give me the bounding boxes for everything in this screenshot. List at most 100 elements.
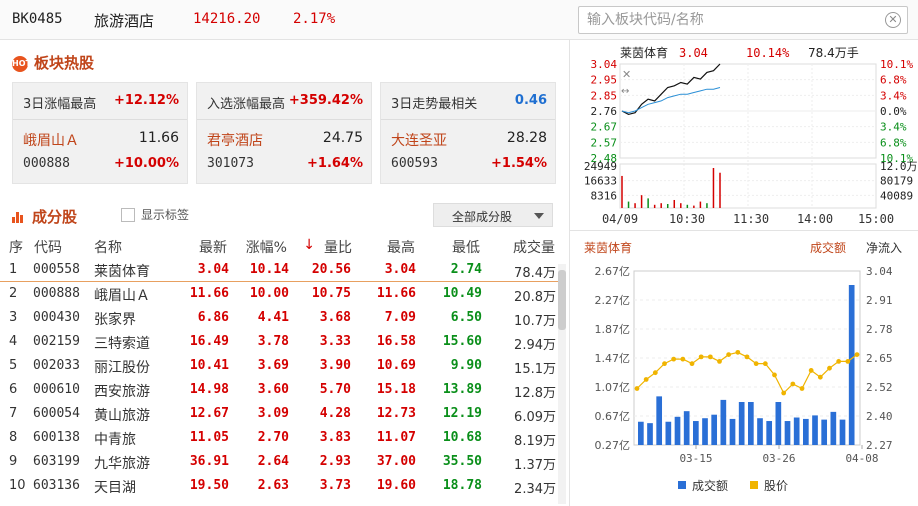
row-name: 九华旅游 (94, 456, 150, 472)
column-header[interactable]: 最低 (452, 237, 480, 257)
table-row[interactable]: 8 600138 中青旅 11.05 2.70 3.83 11.07 10.68 8.19万 (0, 426, 560, 450)
hot-card[interactable]: 入选涨幅最高 +359.42% 君亭酒店 24.75 301073 +1.64% (196, 82, 372, 184)
row-vol: 2.94万 (514, 338, 556, 353)
price-point (726, 352, 732, 358)
y-tick-label-right: 2.40 (866, 410, 893, 423)
y-tick-label: 3.04 (591, 58, 618, 71)
volume-tick-label: 24949 (584, 160, 617, 173)
table-row[interactable]: 1 000558 莱茵体育 3.04 10.14 20.56 3.04 2.74 78.4万 (0, 258, 560, 282)
row-high: 3.04 (384, 262, 416, 277)
table-row[interactable]: 6 000610 西安旅游 14.98 3.60 5.70 15.18 13.89 12.8万 (0, 378, 560, 402)
card-label: 入选涨幅最高 (207, 97, 286, 112)
card-stock-name[interactable]: 君亭酒店 (207, 130, 263, 150)
row-vr: 3.90 (319, 358, 351, 373)
card-stock-pct: +1.64% (307, 156, 363, 171)
card-label: 3日走势最相关 (391, 97, 478, 112)
y-tick-label-right: 10.1% (880, 58, 913, 71)
y-tick-label: 2.67 (591, 121, 618, 134)
row-code: 000610 (33, 382, 80, 397)
row-pct: 2.63 (257, 478, 289, 493)
price-point (671, 356, 677, 362)
row-last: 14.98 (189, 382, 229, 397)
row-code: 600138 (33, 430, 80, 445)
card-stock-name[interactable]: 峨眉山Ａ (23, 130, 79, 150)
row-vol: 20.8万 (514, 290, 556, 305)
checkbox-box[interactable] (121, 208, 135, 222)
row-last: 6.86 (197, 310, 229, 325)
price-point (662, 361, 667, 367)
row-seq: 4 (9, 334, 18, 349)
components-dropdown[interactable]: 全部成分股 (433, 203, 553, 227)
table-row[interactable]: 9 603199 九华旅游 36.91 2.64 2.93 37.00 35.50 1.37万 (0, 450, 560, 474)
table-row[interactable]: 3 000430 张家界 6.86 4.41 3.68 7.09 6.50 10.7万 (0, 306, 560, 330)
y-tick-label-right: 0.0% (880, 105, 907, 118)
price-point (836, 358, 842, 364)
sort-down-icon[interactable]: ↓ (303, 237, 315, 253)
tab-netflow[interactable]: 净流入 (866, 241, 902, 255)
hot-section-label: 板块热股 (34, 54, 95, 72)
row-vol: 1.37万 (514, 458, 556, 473)
row-high: 15.18 (376, 382, 416, 397)
y-tick-label-right: 2.27 (866, 439, 893, 452)
avg-line (621, 87, 721, 114)
x-tick-label: 03-26 (762, 452, 795, 465)
dropdown-label: 全部成分股 (452, 210, 513, 224)
header-bar: BK0485 旅游酒店 14216.20 2.17% ✕ (0, 0, 918, 40)
card-divider (197, 119, 371, 120)
expand-icon[interactable]: ↔ (621, 86, 629, 97)
chart-header-price: 3.04 (679, 46, 708, 60)
clear-icon[interactable]: ✕ (885, 12, 901, 28)
table-row[interactable]: 2 000888 峨眉山Ａ 11.66 10.00 10.75 11.66 10.49 20.8… (0, 282, 560, 306)
row-high: 19.60 (376, 478, 416, 493)
row-vol: 78.4万 (514, 266, 556, 281)
table-row[interactable]: 5 002033 丽江股份 10.41 3.69 3.90 10.69 9.90 15.1万 (0, 354, 560, 378)
column-header[interactable]: 序 (9, 237, 23, 257)
row-vr: 5.70 (319, 382, 351, 397)
search-input[interactable] (587, 12, 877, 28)
column-header[interactable]: 代码 (34, 237, 62, 257)
hot-card[interactable]: 3日走势最相关 0.46 大连圣亚 28.28 600593 +1.54% (380, 82, 556, 184)
column-header[interactable]: 最高 (387, 237, 415, 257)
table-row[interactable]: 10 603136 天目湖 19.50 2.63 3.73 19.60 18.78 2.34万 (0, 474, 560, 498)
row-low: 15.60 (442, 334, 482, 349)
row-vr: 20.56 (311, 262, 351, 277)
row-vol: 12.8万 (514, 386, 556, 401)
row-name: 天目湖 (94, 480, 136, 496)
search-box[interactable]: ✕ (578, 6, 908, 34)
row-code: 603199 (33, 454, 80, 469)
column-header[interactable]: 成交量 (513, 237, 555, 257)
column-header[interactable]: 量比 (324, 237, 352, 257)
y-tick-label: 1.07亿 (595, 381, 631, 394)
tab-turnover[interactable]: 成交额 (810, 240, 846, 255)
legend-swatch (750, 481, 758, 489)
y-tick-label: 0.67亿 (595, 410, 631, 423)
column-header[interactable]: 最新 (199, 237, 227, 257)
close-icon[interactable]: ✕ (622, 68, 631, 81)
column-header[interactable]: 涨幅% (246, 237, 287, 257)
turnover-bar (793, 417, 800, 445)
table-scrollbar[interactable] (558, 264, 566, 504)
scrollbar-thumb[interactable] (558, 270, 566, 330)
price-point (753, 361, 759, 367)
card-divider (13, 119, 187, 120)
table-header: 序代码 名称 最新 涨幅% ↓ 量比 最高 最低 成交量 (0, 232, 560, 258)
row-seq: 3 (9, 310, 18, 325)
y-tick-label: 2.67亿 (595, 265, 631, 278)
app: BK0485 旅游酒店 14216.20 2.17% ✕ HOT板块热股 3日涨… (0, 0, 918, 506)
chart-header-volume: 78.4万手 (808, 46, 859, 60)
row-vr: 2.93 (319, 454, 351, 469)
volume-tick-label-right: 12.0万 (880, 160, 918, 173)
y-tick-label-right: 3.4% (880, 121, 907, 134)
show-tags-checkbox[interactable]: 显示标签 (121, 206, 189, 223)
table-row[interactable]: 4 002159 三特索道 16.49 3.78 3.33 16.58 15.60 2.94万 (0, 330, 560, 354)
card-stock-code: 600593 (391, 156, 438, 171)
card-stock-name[interactable]: 大连圣亚 (391, 130, 447, 150)
price-point (707, 354, 713, 360)
table-row[interactable]: 7 600054 黄山旅游 12.67 3.09 4.28 12.73 12.19 6.09万 (0, 402, 560, 426)
hot-card[interactable]: 3日涨幅最高 +12.12% 峨眉山Ａ 11.66 000888 +10.00% (12, 82, 188, 184)
row-low: 9.90 (450, 358, 482, 373)
column-header[interactable]: 名称 (94, 237, 122, 257)
row-vol: 6.09万 (514, 410, 556, 425)
row-pct: 10.00 (249, 286, 289, 301)
price-point (772, 372, 777, 378)
